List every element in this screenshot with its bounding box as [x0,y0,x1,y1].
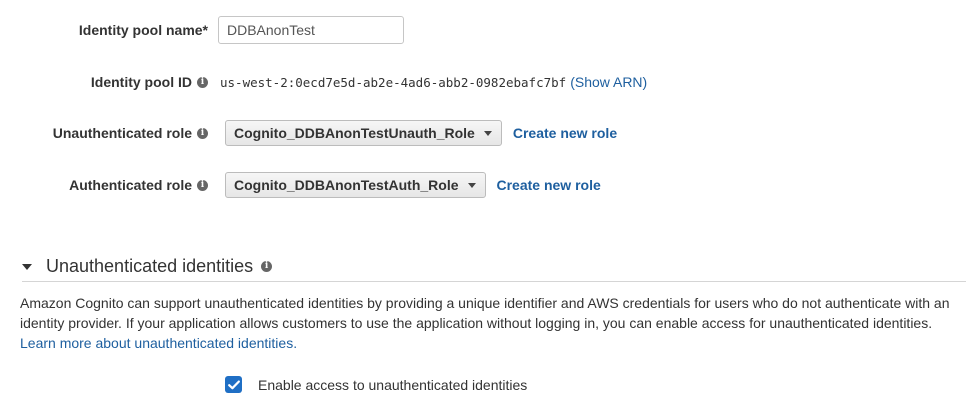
auth-role-select[interactable]: Cognito_DDBAnonTestAuth_Role [225,172,486,198]
checkmark-icon [227,380,240,389]
pool-id-value: us-west-2:0ecd7e5d-ab2e-4ad6-abb2-0982eb… [220,74,567,90]
unauth-role-row: Unauthenticated role i Cognito_DDBAnonTe… [0,120,972,146]
auth-create-role-link[interactable]: Create new role [497,177,601,193]
pool-name-input[interactable] [218,16,404,44]
unauth-role-label-col: Unauthenticated role i [0,125,216,141]
info-icon[interactable]: i [197,127,208,139]
show-arn-link[interactable]: (Show ARN) [570,74,647,90]
learn-more-link[interactable]: Learn more about unauthenticated identit… [20,335,297,351]
auth-role-label: Authenticated role [69,177,192,193]
auth-role-selected-value: Cognito_DDBAnonTestAuth_Role [234,177,459,193]
unauth-role-label: Unauthenticated role [52,125,192,141]
pool-id-row: Identity pool ID i us-west-2:0ecd7e5d-ab… [0,72,972,92]
caret-down-icon [483,130,492,136]
unauth-role-selected-value: Cognito_DDBAnonTestUnauth_Role [234,125,475,141]
unauth-create-role-link[interactable]: Create new role [513,125,617,141]
info-icon[interactable]: i [197,76,208,88]
auth-role-label-col: Authenticated role i [0,177,216,193]
enable-unauth-label[interactable]: Enable access to unauthenticated identit… [258,377,527,393]
info-icon[interactable]: i [197,179,208,191]
enable-unauth-checkbox[interactable] [225,376,242,393]
unauth-section-description: Amazon Cognito can support unauthenticat… [20,293,965,353]
auth-role-row: Authenticated role i Cognito_DDBAnonTest… [0,172,972,198]
info-icon[interactable]: i [261,261,273,272]
pool-id-label-col: Identity pool ID i [0,74,216,90]
caret-down-icon [467,182,476,188]
pool-id-label: Identity pool ID [90,74,192,90]
section-title: Unauthenticated identities [46,256,254,276]
pool-name-label: Identity pool name* [78,22,208,38]
description-text: Amazon Cognito can support unauthenticat… [20,295,950,331]
unauth-role-select[interactable]: Cognito_DDBAnonTestUnauth_Role [225,120,502,146]
pool-name-label-col: Identity pool name* [0,22,216,38]
pool-name-row: Identity pool name* [0,16,972,44]
enable-unauth-row: Enable access to unauthenticated identit… [225,376,527,393]
unauth-section-header[interactable]: Unauthenticated identities i [22,252,966,282]
triangle-down-icon[interactable] [22,263,32,270]
